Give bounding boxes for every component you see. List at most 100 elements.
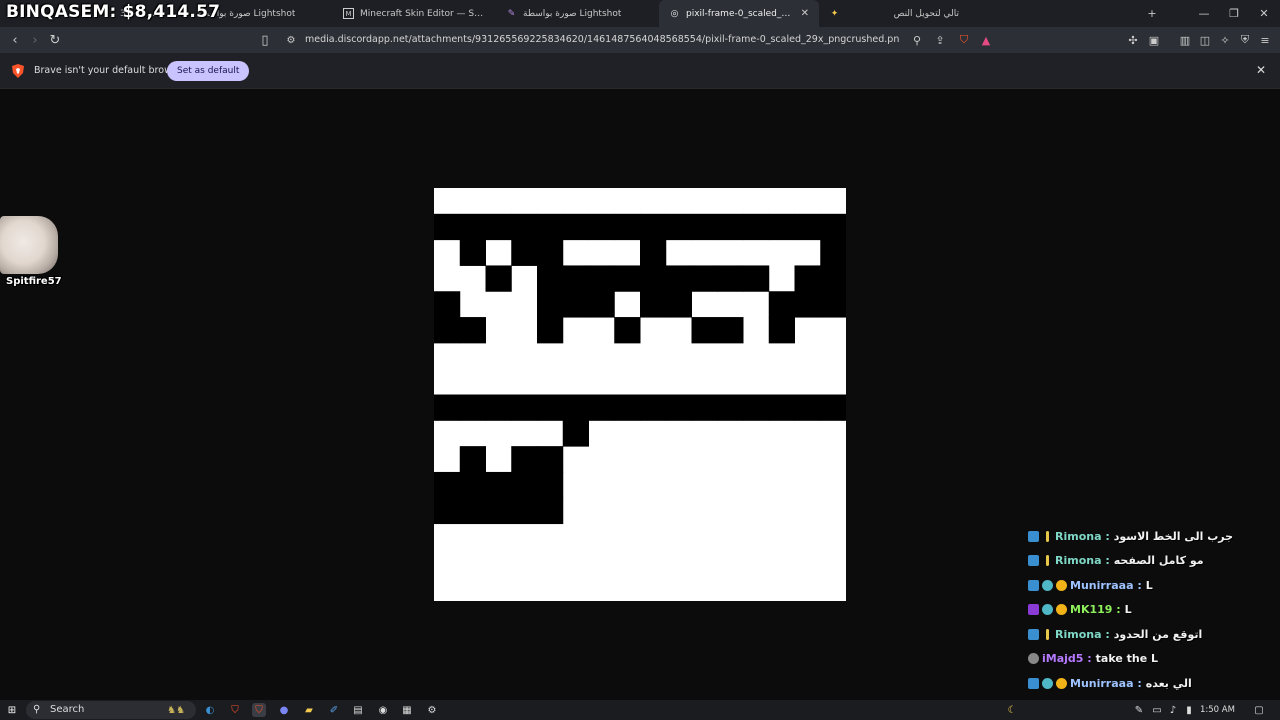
tab-skinmc[interactable]: M Minecraft Skin Editor — SkinMC — [333, 0, 496, 27]
minimize-icon[interactable]: — — [1188, 0, 1220, 27]
network-icon[interactable]: ▭ — [1150, 703, 1164, 717]
pixel-cell — [794, 291, 821, 318]
brave-lion-icon — [12, 64, 24, 78]
pixel-cell — [794, 265, 821, 292]
pixel-cell — [768, 291, 795, 318]
chat-username: iMajd5 : — [1042, 652, 1092, 666]
app-icon[interactable]: ▤ — [351, 703, 365, 717]
close-icon[interactable]: ✕ — [1256, 63, 1266, 77]
pixel-cell — [717, 265, 744, 292]
pixel-cell — [820, 265, 846, 292]
new-tab-icon[interactable]: + — [1136, 0, 1168, 27]
pixel-cell — [665, 291, 692, 318]
coin-badge-icon — [1056, 579, 1067, 591]
wallet2-icon[interactable]: ◫ — [1197, 32, 1213, 48]
pixel-cell — [537, 213, 564, 241]
vpn-icon[interactable]: ⛨ — [1237, 32, 1253, 48]
site-info-icon[interactable]: ⚙ — [280, 27, 302, 53]
tab-lightshot-2[interactable]: ✎ صورة بواسطة Lightshot — [496, 0, 659, 27]
pixel-cell — [640, 394, 667, 421]
brave-active-icon[interactable]: ⛉ — [252, 703, 266, 717]
forward-icon[interactable]: › — [24, 27, 46, 53]
leo-icon[interactable]: ✧ — [1217, 32, 1233, 48]
settings-icon[interactable]: ⚙ — [425, 703, 439, 717]
share-icon[interactable]: ⇪ — [932, 32, 948, 48]
pixel-cell — [820, 239, 846, 266]
edge-icon[interactable]: ◐ — [203, 703, 217, 717]
pixel-cell — [562, 394, 589, 421]
bar-badge-icon — [1046, 555, 1049, 567]
sword-badge-icon — [1028, 555, 1039, 567]
battery-icon[interactable]: ▮ — [1182, 703, 1196, 717]
pixel-cell — [459, 213, 486, 241]
tab-leo[interactable]: ✦ — [819, 0, 849, 27]
chat-username: Rimona : — [1055, 627, 1110, 641]
close-window-icon[interactable]: ✕ — [1248, 0, 1280, 27]
url-field[interactable]: media.discordapp.net/attachments/9312655… — [305, 27, 900, 53]
pixel-cell — [485, 497, 512, 525]
pixel-cell — [768, 394, 795, 421]
pixel-cell — [562, 291, 589, 318]
obs-icon[interactable]: ◉ — [376, 703, 390, 717]
pixel-cell — [794, 394, 821, 421]
pixel-cell — [717, 317, 744, 344]
gray-badge-icon — [1028, 653, 1039, 665]
bar-badge-icon — [1046, 530, 1049, 542]
brave-rewards-icon[interactable]: ▲ — [978, 32, 994, 48]
pixel-cell — [537, 291, 564, 318]
chat-username: Rimona : — [1055, 554, 1110, 568]
set-as-default-button[interactable]: Set as default — [167, 61, 250, 81]
pixel-cell — [614, 213, 641, 241]
zoom-icon[interactable]: ⚲ — [909, 32, 925, 48]
extensions-icon[interactable]: ✣ — [1125, 32, 1141, 48]
pixel-cell — [691, 265, 718, 292]
gem-badge-icon — [1042, 677, 1053, 689]
discord-icon[interactable]: ● — [277, 703, 291, 717]
pen-tray-icon[interactable]: ✎ — [1132, 703, 1146, 717]
volume-icon[interactable]: ♪ — [1166, 703, 1180, 717]
taskbar-clock[interactable]: 1:50 AM — [1200, 700, 1235, 720]
pixel-cell — [459, 239, 486, 266]
brave-taskbar-icon[interactable]: ⛉ — [228, 703, 242, 717]
pixel-grid — [434, 213, 846, 525]
bookmark-icon[interactable]: ▯ — [254, 27, 276, 53]
pixel-cell — [640, 213, 667, 241]
pen-icon[interactable]: ✐ — [327, 703, 341, 717]
back-icon[interactable]: ‹ — [4, 27, 26, 53]
pixel-cell — [511, 497, 538, 525]
pixel-cell — [588, 265, 615, 292]
windows-start-icon[interactable]: ⊞ — [5, 703, 19, 717]
pixel-cell — [537, 239, 564, 266]
pixel-cell — [717, 394, 744, 421]
pixel-cell — [691, 317, 718, 344]
close-tab-icon[interactable]: ✕ — [801, 8, 809, 19]
pixel-cell — [537, 394, 564, 421]
pixel-image — [434, 188, 846, 601]
pixel-cell — [434, 317, 461, 344]
tab-pixil-frame[interactable]: ◎ pixil-frame-0_scaled_29x_pngcr ✕ — [659, 0, 819, 27]
pixel-cell — [537, 471, 564, 499]
default-browser-infobar: Brave isn't your default browser Set as … — [0, 53, 1280, 89]
pixel-cell — [588, 213, 615, 241]
wallet-icon[interactable]: ▣ — [1146, 32, 1162, 48]
pixel-cell — [691, 213, 718, 241]
folder-icon[interactable]: ▰ — [302, 703, 316, 717]
chat-message: Munirraaa :L — [1028, 573, 1280, 598]
menu-icon[interactable]: ≡ — [1257, 32, 1273, 48]
sword-badge-icon — [1028, 677, 1039, 689]
brave-shield-icon[interactable]: ⛉ — [956, 32, 972, 48]
pixel-cell — [768, 317, 795, 344]
notifications-icon[interactable]: ▢ — [1252, 703, 1266, 717]
restore-icon[interactable]: ❐ — [1218, 0, 1250, 27]
pixel-cell — [459, 394, 486, 421]
moon-icon: ☾ — [1007, 704, 1017, 716]
chat-text: جرب الى الخط الاسود — [1113, 529, 1234, 543]
tab-arabic-tool[interactable]: تالي لتحويل النص — [849, 0, 969, 27]
webcam-username: Spitfire57 — [6, 276, 62, 287]
search-icon: ⚲ — [33, 704, 41, 715]
sidebar-icon[interactable]: ▥ — [1177, 32, 1193, 48]
reload-icon[interactable]: ↻ — [44, 27, 66, 53]
pixel-cell — [640, 291, 667, 318]
calculator-icon[interactable]: ▦ — [400, 703, 414, 717]
taskbar: ⊞ ⚲ Search ♞♞ ◐ ⛉ ⛉ ● ▰ ✐ ▤ ◉ ▦ ⚙ ☾ ✎ ▭ … — [0, 700, 1280, 720]
